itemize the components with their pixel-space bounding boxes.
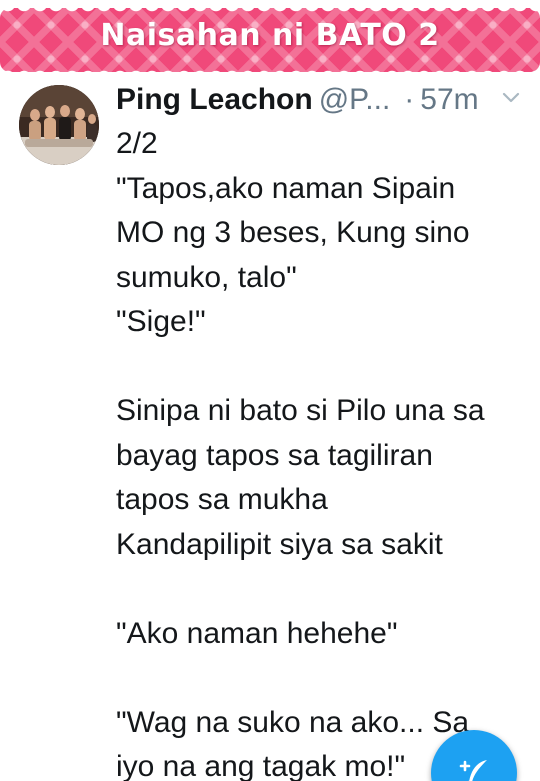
tweet-line: "Sige!" — [116, 305, 206, 338]
tweet-header: Ping Leachon @P... · 57m — [116, 80, 526, 120]
tweet-screen: Naisahan ni BATO 2 Ping Leachon @P... · 57m — [0, 0, 540, 781]
tweet-timestamp: 57m — [420, 83, 479, 116]
banner-bottom-edge — [0, 66, 540, 78]
tweet-line: tapos sa mukha — [116, 483, 328, 516]
avatar-photo — [19, 85, 99, 165]
tweet-line: "Tapos,ako naman Sipain — [116, 171, 456, 205]
avatar[interactable] — [19, 85, 99, 165]
tweet-line: MO ng 3 beses, Kung sino — [116, 216, 470, 249]
tweet-line: Kandapilipit siya sa sakit — [116, 527, 443, 561]
tweet-line — [116, 656, 526, 701]
tweet-line: bayag tapos sa tagiliran — [116, 438, 433, 472]
tweet-line: sumuko, talo" — [116, 260, 297, 294]
banner-top-edge — [0, 4, 540, 16]
compose-feather-icon — [459, 760, 487, 781]
header-separator: · — [404, 83, 415, 116]
tweet-line — [116, 567, 526, 612]
author-name[interactable]: Ping Leachon — [116, 83, 313, 116]
tweet-line: 2/2 — [116, 127, 158, 160]
chevron-down-icon[interactable] — [500, 86, 522, 108]
banner-title: Naisahan ni BATO 2 — [100, 18, 440, 53]
title-banner: Naisahan ni BATO 2 — [0, 0, 540, 78]
tweet-line: Sinipa ni bato si Pilo una sa — [116, 394, 485, 427]
tweet-text: 2/2 "Tapos,ako naman Sipain MO ng 3 bese… — [116, 122, 526, 781]
author-handle[interactable]: @P... — [319, 83, 391, 116]
tweet-line: "Ako naman hehehe" — [116, 616, 398, 650]
tweet-line — [116, 345, 526, 390]
